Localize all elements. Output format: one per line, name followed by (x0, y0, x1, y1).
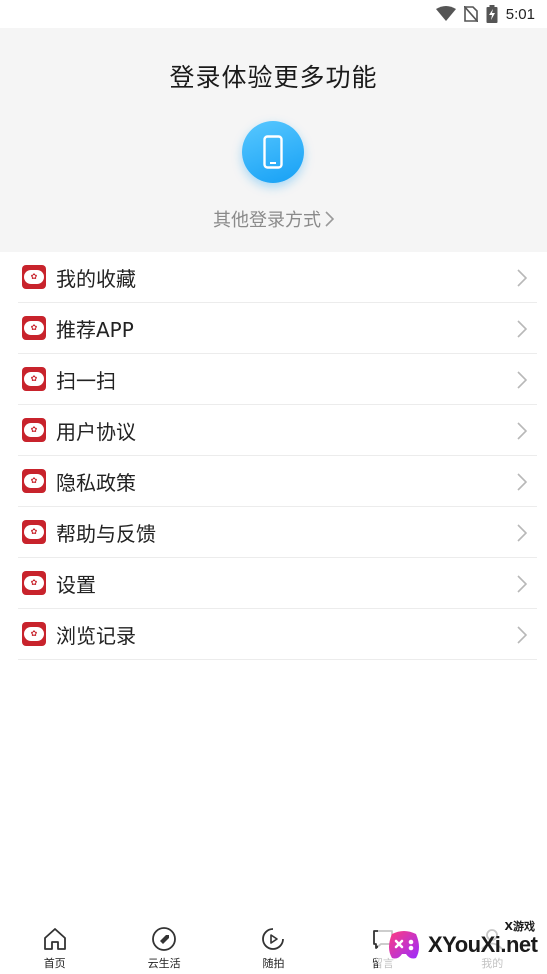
status-time: 5:01 (505, 5, 535, 23)
menu-list: ✿ 我的收藏 ✿ 推荐APP ✿ 扫一扫 ✿ 用户协议 ✿ 隐私政策 ✿ 帮助与… (0, 252, 547, 660)
menu-item-help-feedback[interactable]: ✿ 帮助与反馈 (0, 507, 547, 558)
login-header: 登录体验更多功能 其他登录方式 (0, 28, 547, 252)
brand-logo-icon: ✿ (22, 571, 46, 595)
menu-item-label: 设置 (56, 573, 96, 597)
brand-logo-icon: ✿ (22, 469, 46, 493)
other-login-label: 其他登录方式 (213, 210, 321, 231)
home-icon (43, 928, 66, 950)
chevron-right-icon (517, 422, 528, 444)
phone-login-button[interactable] (242, 121, 304, 183)
menu-item-label: 用户协议 (56, 420, 136, 444)
menu-item-privacy-policy[interactable]: ✿ 隐私政策 (0, 456, 547, 507)
battery-charging-icon (486, 5, 498, 23)
video-play-icon (262, 928, 285, 950)
status-bar: 5:01 (0, 0, 547, 28)
menu-item-label: 帮助与反馈 (56, 522, 156, 546)
chevron-right-icon (517, 626, 528, 648)
chevron-right-icon (517, 473, 528, 495)
nav-label: 首页 (43, 957, 66, 970)
chevron-right-icon (517, 269, 528, 291)
menu-item-label: 扫一扫 (56, 369, 116, 393)
brand-logo-icon: ✿ (22, 265, 46, 289)
menu-item-label: 浏览记录 (56, 624, 136, 648)
gamepad-logo-icon (389, 931, 419, 959)
nav-item-home[interactable]: 首页 (0, 918, 109, 974)
menu-item-user-agreement[interactable]: ✿ 用户协议 (0, 405, 547, 456)
chevron-right-icon (517, 371, 528, 393)
nav-label: 云生活 (147, 957, 181, 970)
nav-item-snap[interactable]: 随拍 (219, 918, 328, 974)
watermark: X游戏 XYouXi.net (378, 916, 547, 974)
nav-item-cloud-life[interactable]: 云生活 (109, 918, 218, 974)
nav-label: 随拍 (262, 957, 285, 970)
brand-logo-icon: ✿ (22, 367, 46, 391)
brand-logo-icon: ✿ (22, 622, 46, 646)
tag-icon (152, 927, 176, 951)
wifi-icon (435, 6, 456, 22)
chevron-right-icon (517, 524, 528, 546)
chevron-right-icon (517, 320, 528, 342)
phone-icon (263, 135, 283, 169)
chevron-right-icon (517, 575, 528, 597)
chevron-right-icon (325, 210, 335, 232)
menu-item-scan[interactable]: ✿ 扫一扫 (0, 354, 547, 405)
login-title: 登录体验更多功能 (169, 63, 378, 92)
menu-item-label: 推荐APP (56, 318, 134, 342)
menu-item-recommend-app[interactable]: ✿ 推荐APP (0, 303, 547, 354)
brand-logo-icon: ✿ (22, 520, 46, 544)
menu-item-label: 我的收藏 (56, 267, 136, 291)
menu-item-history[interactable]: ✿ 浏览记录 (0, 609, 547, 660)
other-login-link[interactable]: 其他登录方式 (0, 206, 547, 232)
menu-item-label: 隐私政策 (56, 471, 136, 495)
menu-item-settings[interactable]: ✿ 设置 (0, 558, 547, 609)
brand-logo-icon: ✿ (22, 418, 46, 442)
brand-logo-icon: ✿ (22, 316, 46, 340)
menu-item-favorites[interactable]: ✿ 我的收藏 (0, 252, 547, 303)
watermark-brand: XYouXi.net (428, 932, 538, 957)
no-sim-icon (463, 6, 478, 22)
